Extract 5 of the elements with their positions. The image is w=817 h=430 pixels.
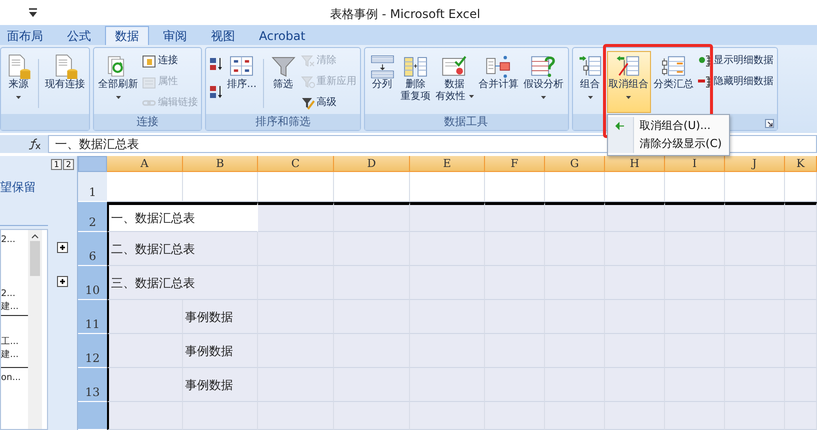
group-label: 排序和筛选 bbox=[206, 114, 360, 130]
group-label: 数据工具 bbox=[364, 114, 568, 130]
task-pane-text: 望保留 bbox=[0, 180, 36, 194]
group-label: 连接 bbox=[94, 114, 201, 130]
window-title: 表格事例 - Microsoft Excel bbox=[330, 6, 480, 23]
